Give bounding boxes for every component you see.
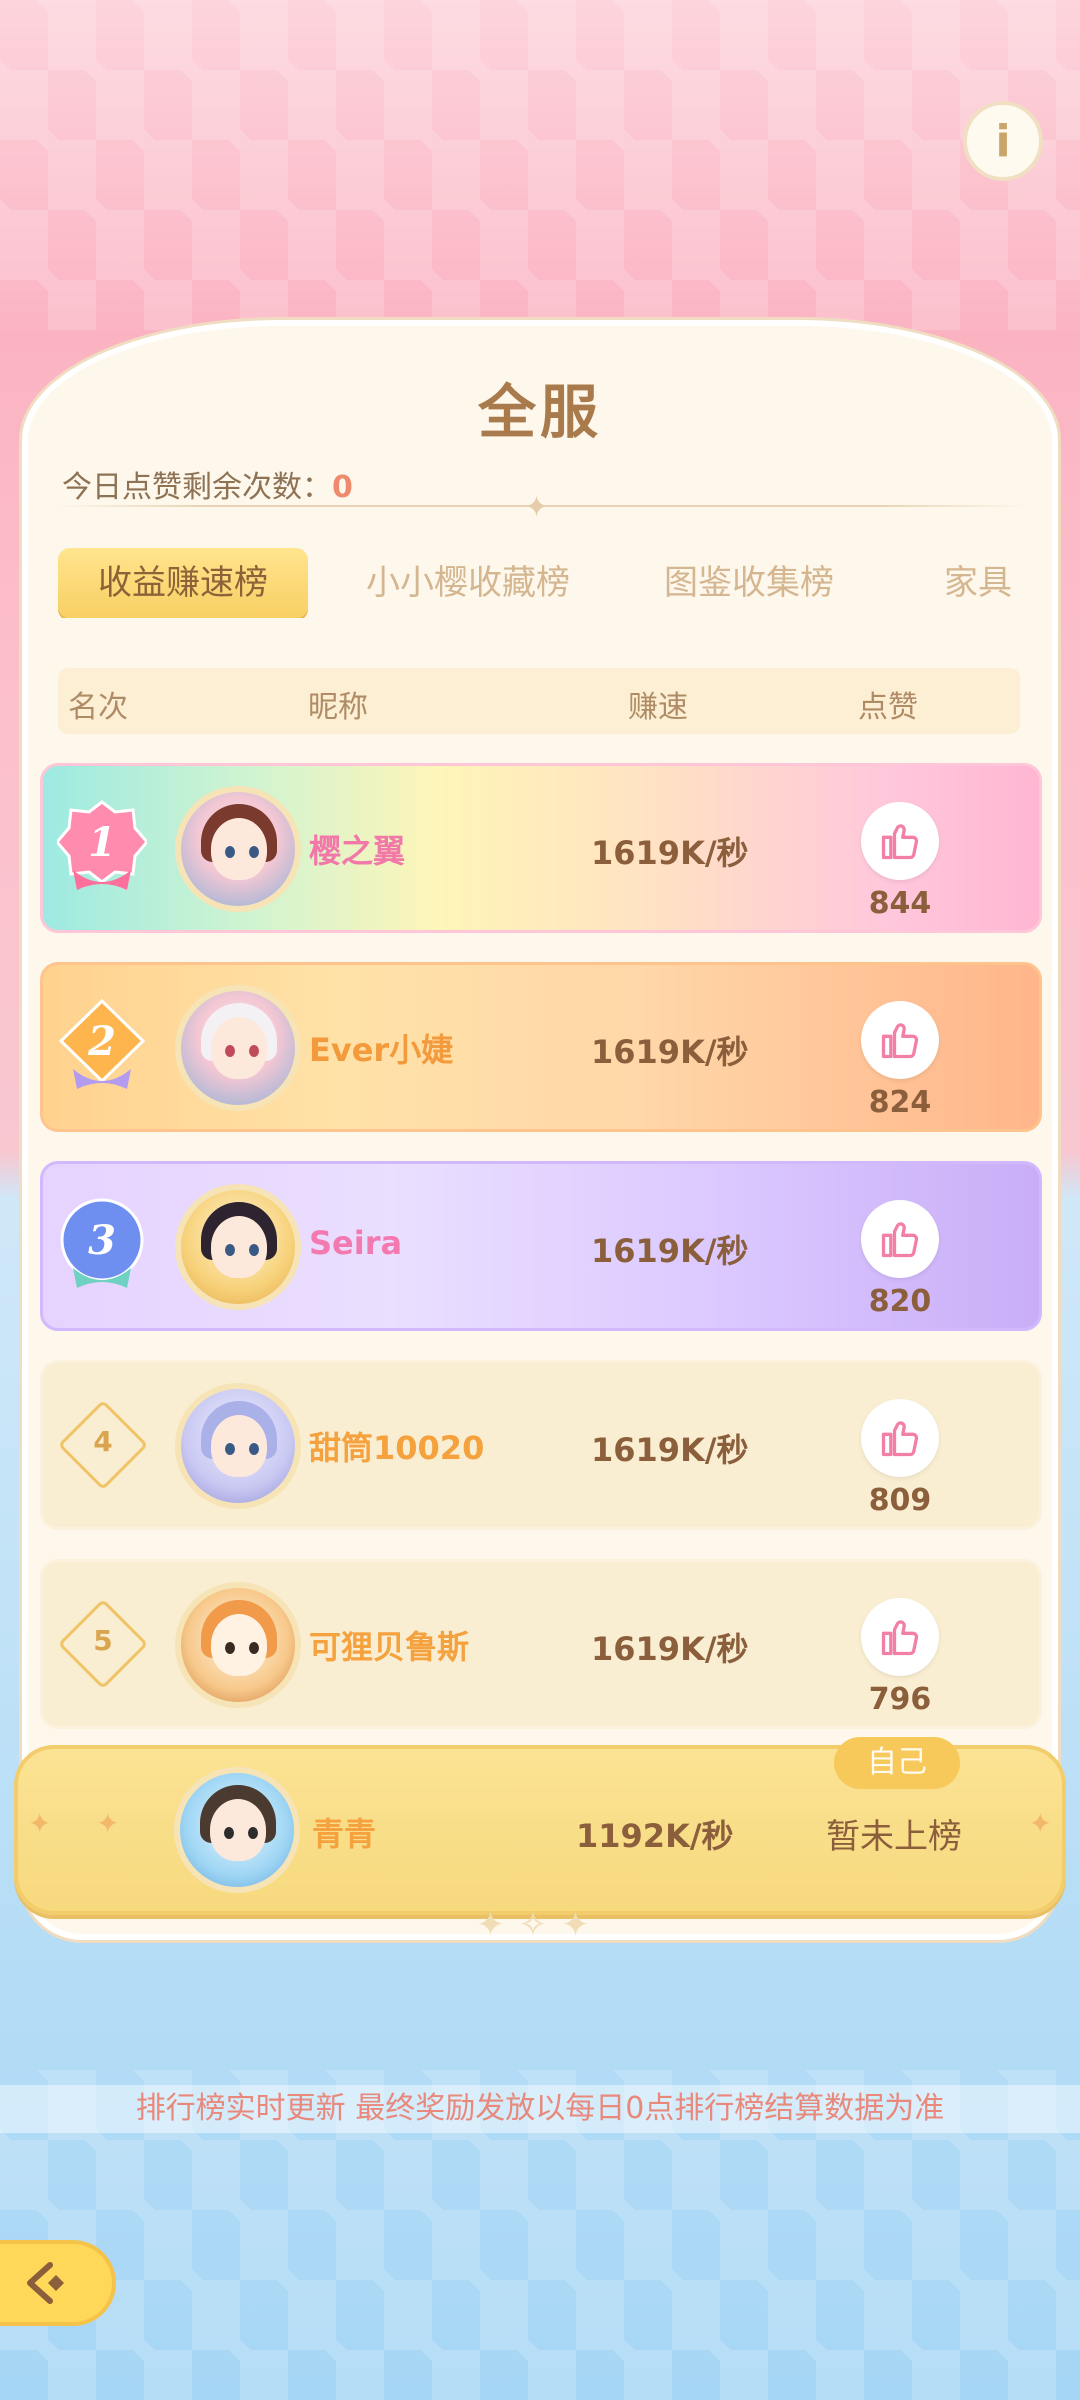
player-name: 樱之翼 <box>309 832 406 870</box>
rank-status: 暂未上榜 <box>826 1817 962 1857</box>
avatar[interactable] <box>175 985 301 1111</box>
player-name: 甜筒10020 <box>309 1429 485 1467</box>
footer-notice: 排行榜实时更新 最终奖励发放以每日0点排行榜结算数据为准 <box>0 2085 1080 2133</box>
rank-medal-icon: 2 <box>58 998 146 1089</box>
sparkle-icon: ✦ <box>28 1807 52 1840</box>
earning-speed: 1619K/秒 <box>591 834 749 872</box>
table-row: 4 甜筒10020 1619K/秒 809 <box>40 1360 1042 1530</box>
table-row: 3 Seira 1619K/秒 820 <box>40 1161 1042 1331</box>
earning-speed: 1619K/秒 <box>591 1630 749 1668</box>
like-button[interactable] <box>861 802 939 880</box>
rank-number: 1 <box>88 819 116 866</box>
likes-remaining-label: 今日点赞剩余次数： <box>62 470 332 505</box>
sparkle-icon: ✦ <box>1028 1807 1052 1840</box>
like-count: 824 <box>868 1085 932 1120</box>
rank-number: 2 <box>87 1018 116 1065</box>
like-button[interactable] <box>861 1200 939 1278</box>
tab-furniture[interactable]: 家具 <box>944 548 1012 618</box>
table-row: 2 Ever小婕 1619K/秒 824 <box>40 962 1042 1132</box>
likes-remaining: 今日点赞剩余次数：0 <box>62 462 353 506</box>
likes-remaining-value: 0 <box>332 470 353 505</box>
like-count: 844 <box>868 886 932 921</box>
player-name: 可狸贝鲁斯 <box>309 1628 470 1666</box>
like-button[interactable] <box>861 1598 939 1676</box>
like-button[interactable] <box>861 1001 939 1079</box>
avatar[interactable] <box>175 1383 301 1509</box>
like-button[interactable] <box>861 1399 939 1477</box>
rank-number: 4 <box>93 1425 113 1458</box>
earning-speed: 1619K/秒 <box>591 1431 749 1469</box>
avatar[interactable] <box>175 1184 301 1310</box>
avatar[interactable] <box>175 786 301 912</box>
self-tag: 自己 <box>834 1737 960 1789</box>
earning-speed: 1192K/秒 <box>576 1817 734 1855</box>
tab-earning-speed[interactable]: 收益赚速榜 <box>58 548 308 618</box>
player-name: Seira <box>309 1224 403 1262</box>
star-ornament-icon: ✦✧✦ <box>476 1905 604 1945</box>
divider-star-icon: ✦ <box>524 490 550 525</box>
info-button[interactable]: i <box>963 101 1043 181</box>
earning-speed: 1619K/秒 <box>591 1033 749 1071</box>
like-count: 796 <box>868 1682 932 1717</box>
thumbs-up-icon <box>881 1222 919 1258</box>
player-name: 青青 <box>312 1815 377 1853</box>
like-count: 820 <box>868 1284 932 1319</box>
col-nickname: 昵称 <box>308 690 368 725</box>
table-row: 1 樱之翼 1619K/秒 844 <box>40 763 1042 933</box>
thumbs-up-icon <box>881 1620 919 1656</box>
earning-speed: 1619K/秒 <box>591 1232 749 1270</box>
col-speed: 赚速 <box>628 690 688 725</box>
player-name: Ever小婕 <box>309 1031 454 1069</box>
table-header: 名次 昵称 赚速 点赞 <box>58 668 1020 734</box>
like-count: 809 <box>868 1483 932 1518</box>
avatar[interactable] <box>174 1767 300 1893</box>
self-rank-row: ✦ ✦ ✦ 青青 1192K/秒 自己 暂未上榜 <box>14 1737 1066 1915</box>
avatar[interactable] <box>175 1582 301 1708</box>
rank-medal-icon: 1 <box>57 800 147 890</box>
thumbs-up-icon <box>881 1023 919 1059</box>
tab-sakura-collection[interactable]: 小小樱收藏榜 <box>366 548 570 618</box>
thumbs-up-icon <box>881 824 919 860</box>
col-rank: 名次 <box>68 690 128 725</box>
rank-number: 5 <box>93 1624 113 1657</box>
back-arrow-icon <box>27 2262 64 2304</box>
table-row: 5 可狸贝鲁斯 1619K/秒 796 <box>40 1559 1042 1729</box>
rank-number: 3 <box>88 1217 116 1264</box>
top-pattern <box>0 0 1080 330</box>
info-icon: i <box>995 115 1011 167</box>
sparkle-icon: ✦ <box>96 1807 120 1840</box>
col-like: 点赞 <box>858 690 918 725</box>
thumbs-up-icon <box>881 1421 919 1457</box>
rank-medal-icon: 3 <box>60 1198 144 1288</box>
tab-bar: 收益赚速榜 小小樱收藏榜 图鉴收集榜 家具 <box>58 548 1028 618</box>
tab-illustration-collection[interactable]: 图鉴收集榜 <box>664 548 834 618</box>
page-title: 全服 <box>477 378 602 446</box>
back-button[interactable] <box>0 2240 116 2326</box>
